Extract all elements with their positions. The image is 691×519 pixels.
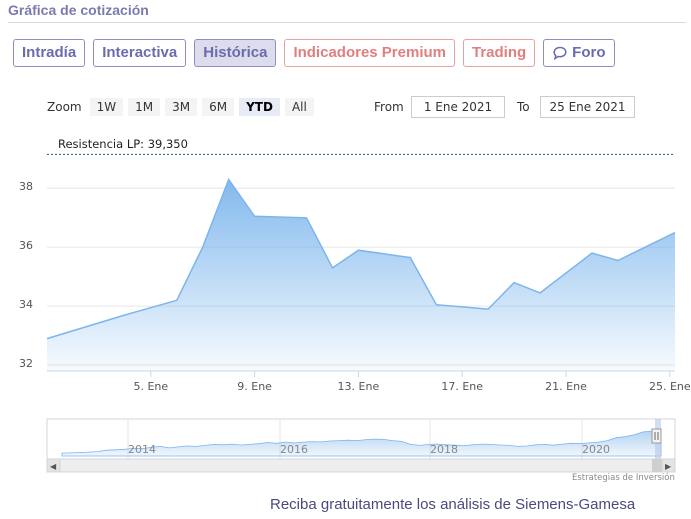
promo-text[interactable]: Reciba gratuitamente los análisis de Sie…: [270, 496, 635, 513]
scroll-right-arrow-icon: ▶: [665, 462, 672, 471]
chart-credit[interactable]: Estrategias de Inversión: [572, 473, 675, 483]
y-tick-label: 32: [19, 357, 33, 370]
navigator-year-label: 2018: [430, 443, 458, 456]
navigator-year-label: 2014: [128, 443, 156, 456]
y-axis-ticks: 32 34 36 38: [19, 180, 33, 370]
navigator: 2014 2016 2018 2020 ◀ ▶: [46, 418, 676, 473]
x-tick-label: 5. Ene: [133, 380, 168, 393]
y-tick-label: 38: [19, 180, 33, 193]
navigator-scrollbar[interactable]: [46, 458, 676, 473]
resistance-label: Resistencia LP: 39,350: [58, 137, 188, 151]
scrollbar-thumb[interactable]: [652, 459, 662, 472]
scroll-left-arrow-icon: ◀: [50, 462, 57, 471]
navigator-year-label: 2020: [582, 443, 610, 456]
price-chart: 32 34 36 38 5. Ene 9. Ene 13. Ene 17. Ene 21. E…: [19, 153, 691, 473]
y-tick-label: 34: [19, 298, 33, 311]
navigator-year-label: 2016: [280, 443, 308, 456]
x-tick-label: 17. Ene: [441, 380, 483, 393]
x-tick-label: 25. Ene: [649, 380, 691, 393]
x-tick-label: 21. Ene: [545, 380, 587, 393]
y-tick-label: 36: [19, 239, 33, 252]
x-tick-label: 9. Ene: [237, 380, 272, 393]
x-tick-label: 13. Ene: [338, 380, 380, 393]
price-area: [47, 179, 675, 371]
x-axis-ticks: 5. Ene 9. Ene 13. Ene 17. Ene 21. Ene 25. Ene: [47, 370, 691, 393]
navigator-handle[interactable]: [651, 428, 662, 444]
